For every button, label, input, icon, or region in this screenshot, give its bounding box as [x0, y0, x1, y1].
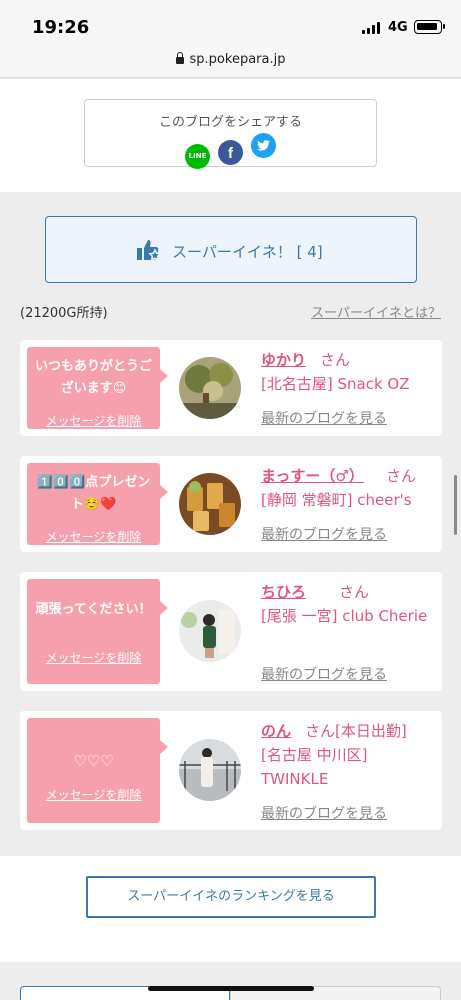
super-iine-button[interactable]: スーパーイイネ！ [ 4] — [45, 216, 417, 283]
message-bubble: 1️⃣0️⃣0️⃣点プレゼント☺️❤️ メッセージを削除 — [27, 463, 168, 545]
honorific: さん — [339, 583, 370, 601]
twitter-share-icon[interactable] — [251, 133, 276, 158]
cast-name[interactable]: のん — [261, 720, 291, 741]
cellular-signal-icon — [362, 22, 382, 34]
status-bar: 19:26 4G — [0, 0, 461, 44]
super-iine-label: スーパーイイネ！ [ 4] — [172, 243, 323, 261]
iine-card: 頑張ってください！ メッセージを削除 ちひろ さん [尾張 一宮] club C… — [20, 572, 442, 691]
iine-card: 1️⃣0️⃣0️⃣点プレゼント☺️❤️ メッセージを削除 まっすー（♂） さん … — [20, 456, 442, 552]
avatar[interactable] — [179, 473, 241, 535]
message-text: 頑張ってください！ — [35, 602, 152, 617]
scrollbar[interactable] — [454, 475, 457, 535]
cast-name[interactable]: まっすー（♂） — [261, 465, 364, 486]
shop-info: [北名古屋] Snack OZ — [261, 375, 410, 393]
points-balance: (21200G所持) — [20, 306, 108, 321]
lock-icon — [175, 52, 184, 64]
latest-blog-link[interactable]: 最新のブログを見る — [261, 408, 387, 428]
message-text: ♡♡♡ — [73, 752, 114, 770]
message-text: いつもありがとうございます😊 — [34, 359, 152, 396]
ranking-button[interactable]: スーパーイイネのランキングを見る — [86, 876, 376, 918]
ranking-section: スーパーイイネのランキングを見る — [0, 856, 461, 962]
avatar[interactable] — [179, 600, 241, 662]
thumbs-up-star-icon — [137, 240, 162, 262]
iine-card: いつもありがとうございます😊 メッセージを削除 ゆかり さん [北名古屋] Sn… — [20, 340, 442, 436]
network-type: 4G — [388, 20, 408, 35]
message-bubble: いつもありがとうございます😊 メッセージを削除 — [27, 347, 168, 429]
honorific: さん[本日出勤] — [305, 722, 407, 740]
delete-message-link[interactable]: メッセージを削除 — [27, 528, 160, 545]
super-iine-about-link[interactable]: スーパーイイネとは？ — [311, 302, 441, 321]
line-label: LINE — [188, 152, 207, 160]
url-text: sp.pokepara.jp — [189, 52, 286, 67]
url-display[interactable]: sp.pokepara.jp — [0, 52, 461, 67]
honorific: さん — [386, 467, 417, 485]
delete-message-link[interactable]: メッセージを削除 — [27, 649, 160, 666]
shop-info: [尾張 一宮] club Cherie — [261, 607, 428, 625]
share-box: このブログをシェアする LINE f — [84, 99, 377, 169]
message-text: 1️⃣0️⃣0️⃣点プレゼント☺️❤️ — [36, 475, 151, 512]
honorific: さん — [320, 351, 351, 369]
delete-message-link[interactable]: メッセージを削除 — [27, 786, 160, 803]
delete-message-link[interactable]: メッセージを削除 — [27, 412, 160, 429]
shop-info: [名古屋 中川区] TWINKLE — [261, 746, 368, 788]
message-bubble: 頑張ってください！ メッセージを削除 — [27, 579, 168, 684]
message-bubble: ♡♡♡ メッセージを削除 — [27, 718, 168, 823]
cast-name[interactable]: ちひろ — [261, 581, 306, 602]
cast-name[interactable]: ゆかり — [261, 349, 306, 370]
facebook-label: f — [228, 145, 233, 162]
share-section: このブログをシェアする LINE f — [0, 79, 461, 192]
battery-icon — [414, 20, 445, 34]
shop-info: [静岡 常磐町] cheer's — [261, 491, 412, 509]
line-share-icon[interactable]: LINE — [185, 144, 210, 169]
share-icons: LINE f — [85, 133, 376, 169]
facebook-share-icon[interactable]: f — [218, 140, 243, 165]
share-title: このブログをシェアする — [158, 115, 302, 130]
home-indicator[interactable] — [148, 986, 314, 991]
latest-blog-link[interactable]: 最新のブログを見る — [261, 524, 387, 544]
latest-blog-link[interactable]: 最新のブログを見る — [261, 803, 387, 823]
avatar[interactable] — [179, 739, 241, 801]
avatar[interactable] — [179, 357, 241, 419]
iine-card: ♡♡♡ メッセージを削除 のん さん[本日出勤] [名古屋 中川区] TWINK… — [20, 711, 442, 830]
status-time: 19:26 — [32, 17, 90, 38]
browser-address-bar[interactable]: sp.pokepara.jp — [0, 44, 461, 78]
latest-blog-link[interactable]: 最新のブログを見る — [261, 664, 387, 684]
